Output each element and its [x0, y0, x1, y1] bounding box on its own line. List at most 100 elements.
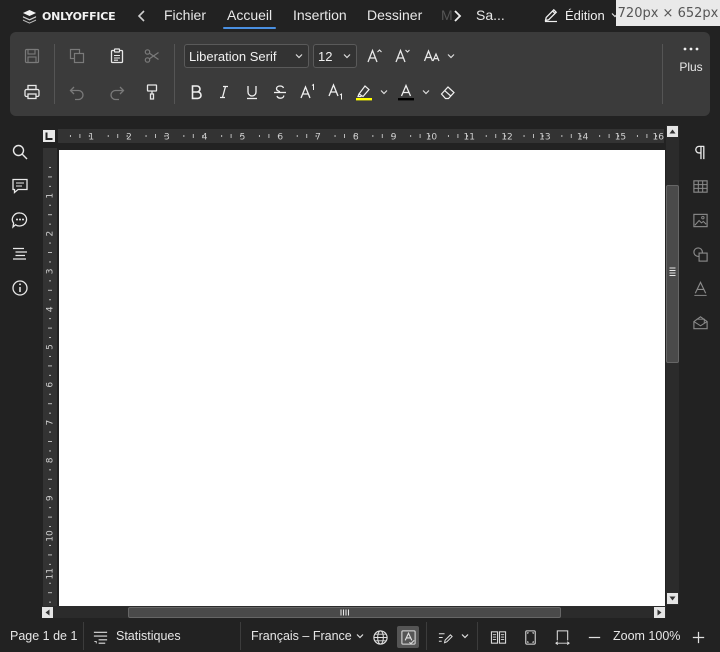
subscript-button[interactable] [324, 80, 348, 104]
table-settings-button[interactable] [688, 174, 712, 198]
grip-icon [340, 609, 349, 616]
page-info[interactable]: Page 1 de 1 [10, 629, 77, 643]
ruler-number: 6 [46, 382, 56, 388]
save-icon [24, 48, 40, 64]
chat-button[interactable] [8, 208, 32, 232]
horizontal-scrollbar-thumb[interactable] [128, 607, 561, 618]
ruler-number: 2 [126, 133, 132, 143]
font-name-select[interactable]: Liberation Serif [184, 44, 309, 68]
tab-sauvegarder[interactable]: Sa... [476, 7, 505, 23]
about-button[interactable] [8, 276, 32, 300]
comment-icon [12, 178, 28, 194]
image-settings-button[interactable] [688, 208, 712, 232]
chevron-down-icon[interactable] [447, 52, 455, 60]
scroll-down-button[interactable] [667, 593, 678, 604]
decrease-font-size-button[interactable] [390, 44, 414, 68]
format-painter-icon [146, 84, 158, 100]
horizontal-ruler[interactable]: 1 2 3 4 5 6 7 8 9 10 11 12 13 14 15 16 [58, 129, 664, 143]
edit-mode-dropdown[interactable]: Édition [543, 7, 619, 23]
ruler-number: 9 [46, 495, 56, 501]
app-name: ONLYOFFICE [42, 9, 116, 23]
info-icon [12, 280, 28, 296]
chevron-down-icon[interactable] [422, 88, 430, 96]
tab-stop-selector[interactable] [43, 130, 55, 142]
ruler-number: 8 [353, 133, 359, 143]
app-logo: ONLYOFFICE [22, 8, 116, 24]
save-button[interactable] [20, 44, 44, 68]
print-button[interactable] [20, 80, 44, 104]
increase-font-size-button[interactable] [362, 44, 386, 68]
chevron-down-icon[interactable] [461, 632, 469, 640]
scroll-right-button[interactable] [654, 607, 665, 618]
font-color-icon [398, 83, 414, 101]
toolbar-divider [174, 44, 175, 104]
fit-to-page-button[interactable] [519, 626, 541, 648]
copy-style-button[interactable] [140, 80, 164, 104]
highlight-color-button[interactable] [352, 80, 376, 104]
ruler-number: 15 [615, 133, 626, 143]
font-size-value: 12 [318, 48, 333, 64]
navigation-button[interactable] [8, 242, 32, 266]
language-label[interactable]: Français – France [251, 629, 352, 643]
redo-button[interactable] [105, 80, 129, 104]
triangle-down-icon [669, 596, 676, 601]
undo-button[interactable] [65, 80, 89, 104]
fit-to-width-button[interactable] [551, 626, 573, 648]
document-page[interactable] [59, 150, 665, 606]
tabs-scroll-right-button[interactable] [451, 8, 463, 24]
chevron-down-icon[interactable] [356, 632, 364, 640]
underline-button[interactable] [240, 80, 264, 104]
font-color-button[interactable] [394, 80, 418, 104]
tab-fichier[interactable]: Fichier [164, 7, 206, 23]
search-icon [12, 144, 28, 160]
spell-check-button[interactable] [397, 626, 419, 648]
mail-merge-settings-button[interactable] [688, 310, 712, 334]
superscript-button[interactable] [296, 80, 320, 104]
italic-button[interactable] [212, 80, 236, 104]
tab-dessiner[interactable]: Dessiner [367, 7, 422, 23]
ruler-number: 1 [88, 133, 94, 143]
strikethrough-icon [274, 85, 286, 99]
clear-style-button[interactable] [436, 80, 460, 104]
paragraph-settings-button[interactable] [688, 140, 712, 164]
document-language-button[interactable] [369, 626, 391, 648]
text-art-settings-button[interactable] [688, 276, 712, 300]
subscript-icon [328, 83, 342, 100]
toolbar-divider [662, 44, 663, 104]
multipage-view-button[interactable] [487, 626, 509, 648]
cut-button[interactable] [140, 44, 164, 68]
font-size-select[interactable]: 12 [313, 44, 357, 68]
spell-check-icon [400, 629, 416, 645]
tabs-scroll-left-button[interactable] [136, 8, 148, 24]
font-grow-icon [367, 48, 382, 63]
zoom-label[interactable]: Zoom 100% [613, 629, 680, 643]
chevron-down-icon[interactable] [380, 88, 388, 96]
strikethrough-button[interactable] [268, 80, 292, 104]
vertical-ruler[interactable]: 1 2 3 4 5 6 7 8 9 10 11 [43, 148, 57, 606]
vertical-scrollbar-thumb[interactable] [666, 185, 679, 363]
track-changes-icon [438, 632, 453, 644]
comments-button[interactable] [8, 174, 32, 198]
ruler-number: 6 [277, 133, 283, 143]
horizontal-ruler-scale: 1 2 3 4 5 6 7 8 9 10 11 12 13 14 15 16 [69, 133, 664, 143]
search-button[interactable] [8, 140, 32, 164]
shape-settings-button[interactable] [688, 242, 712, 266]
tab-stop-left-icon [45, 132, 53, 140]
ruler-number: 11 [464, 133, 475, 143]
change-case-button[interactable] [420, 44, 444, 68]
statistics-label[interactable]: Statistiques [116, 629, 181, 643]
statistics-button[interactable] [89, 626, 111, 648]
chevron-left-icon [137, 10, 145, 22]
ruler-number: 11 [46, 568, 56, 579]
track-changes-button[interactable] [434, 626, 456, 648]
paste-button[interactable] [105, 44, 129, 68]
scroll-left-button[interactable] [42, 607, 53, 618]
copy-button[interactable] [65, 44, 89, 68]
bold-button[interactable] [184, 80, 208, 104]
zoom-in-button[interactable] [687, 626, 709, 648]
more-button[interactable]: Plus [674, 46, 708, 74]
tab-accueil[interactable]: Accueil [222, 7, 277, 29]
scroll-up-button[interactable] [667, 126, 678, 137]
zoom-out-button[interactable] [583, 626, 605, 648]
tab-insertion[interactable]: Insertion [293, 7, 347, 23]
